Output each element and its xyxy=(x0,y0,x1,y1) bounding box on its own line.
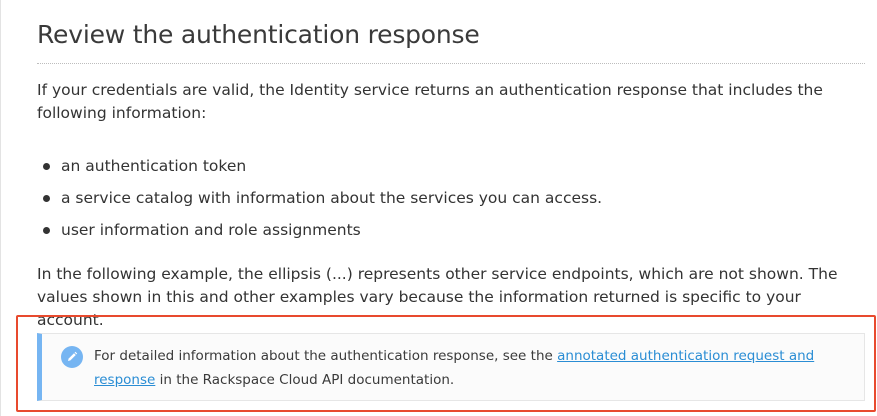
intro-paragraph: If your credentials are valid, the Ident… xyxy=(37,81,823,122)
note-text-before: For detailed information about the authe… xyxy=(94,348,558,364)
list-item-text: user information and role assignments xyxy=(61,221,361,239)
bullet-icon xyxy=(43,194,50,202)
list-item: an authentication token xyxy=(43,150,602,182)
response-contents-list: an authentication token a service catalo… xyxy=(43,150,602,246)
heading-divider xyxy=(37,63,865,64)
section-heading: Review the authentication response xyxy=(37,20,480,49)
note-text-after: in the Rackspace Cloud API documentation… xyxy=(155,372,455,388)
bullet-icon xyxy=(43,162,50,170)
list-item-text: a service catalog with information about… xyxy=(61,189,603,207)
list-item: a service catalog with information about… xyxy=(43,182,602,214)
bullet-icon xyxy=(43,226,50,234)
pencil-icon xyxy=(61,346,83,368)
list-item-text: an authentication token xyxy=(61,157,247,175)
note-text: For detailed information about the authe… xyxy=(94,344,834,392)
note-callout: For detailed information about the authe… xyxy=(37,333,865,401)
list-item: user information and role assignments xyxy=(43,214,602,246)
documentation-page: Review the authentication response If yo… xyxy=(0,0,877,416)
